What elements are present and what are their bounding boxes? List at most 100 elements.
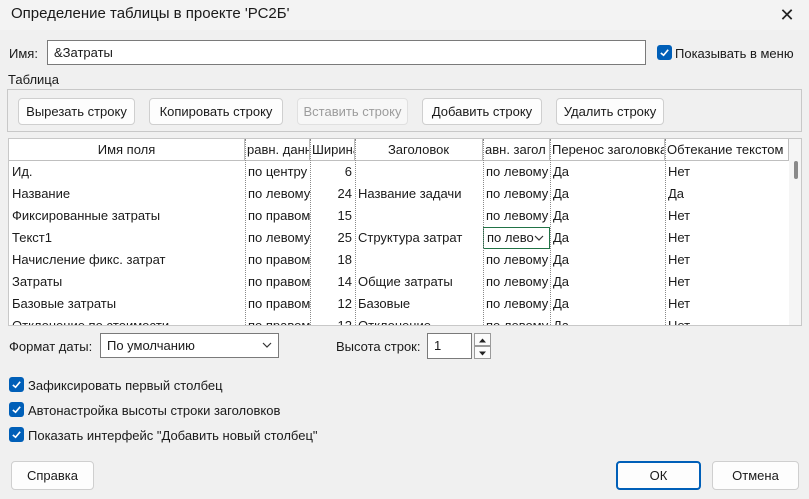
scrollbar-thumb[interactable] xyxy=(794,161,798,179)
cell-title-align[interactable]: по левому xyxy=(483,271,550,293)
cell-field-name[interactable]: Базовые затраты xyxy=(9,293,245,315)
column-separator xyxy=(355,139,356,325)
cell-title[interactable] xyxy=(355,249,483,271)
cell-width[interactable]: 24 xyxy=(310,183,355,205)
cell-header-wrap[interactable]: Да xyxy=(550,271,665,293)
cell-text-wrap[interactable]: Да xyxy=(665,183,789,205)
cell-header-wrap[interactable]: Да xyxy=(550,293,665,315)
cell-width[interactable]: 25 xyxy=(310,227,355,249)
cell-header-wrap[interactable]: Да xyxy=(550,315,665,325)
cell-header-wrap[interactable]: Да xyxy=(550,183,665,205)
table-row[interactable]: Текст1 по левому 25 Структура затрат по лево… xyxy=(9,227,789,249)
table-row[interactable]: Фиксированные затраты по правом 15 по левом… xyxy=(9,205,789,227)
table-row[interactable]: Название по левому 24 Название задачи по лев… xyxy=(9,183,789,205)
cell-field-name[interactable]: Затраты xyxy=(9,271,245,293)
row-height-input[interactable]: 1 xyxy=(427,333,472,359)
chevron-down-icon xyxy=(260,337,274,353)
cell-title[interactable]: Структура затрат xyxy=(355,227,483,249)
cell-title[interactable]: Отклонение xyxy=(355,315,483,325)
cell-title-align[interactable]: по левому xyxy=(483,293,550,315)
copy-row-button[interactable]: Копировать строку xyxy=(149,98,283,125)
column-header-title[interactable]: Заголовок xyxy=(355,139,483,161)
cell-title-align-value: по лево xyxy=(487,230,534,245)
cell-data-align[interactable]: по правом xyxy=(245,293,310,315)
cell-header-wrap[interactable]: Да xyxy=(550,205,665,227)
cell-title[interactable]: Название задачи xyxy=(355,183,483,205)
cell-header-wrap[interactable]: Да xyxy=(550,227,665,249)
paste-row-button[interactable]: Вставить строку xyxy=(297,98,408,125)
cell-field-name[interactable]: Фиксированные затраты xyxy=(9,205,245,227)
chevron-down-icon[interactable] xyxy=(531,230,547,246)
cell-data-align[interactable]: по правом xyxy=(245,315,310,325)
cell-data-align[interactable]: по правом xyxy=(245,249,310,271)
row-height-down-button[interactable] xyxy=(474,346,491,359)
column-header-width[interactable]: Ширина xyxy=(310,139,355,161)
help-button[interactable]: Справка xyxy=(11,461,94,490)
cell-text-wrap[interactable]: Нет xyxy=(665,293,789,315)
add-row-button[interactable]: Добавить строку xyxy=(422,98,542,125)
cell-title-align[interactable]: по лево xyxy=(483,227,550,249)
column-header-text-wrap[interactable]: Обтекание текстом xyxy=(665,139,789,161)
cell-text-wrap[interactable]: Нет xyxy=(665,271,789,293)
delete-row-button[interactable]: Удалить строку xyxy=(556,98,664,125)
cell-title[interactable]: Базовые xyxy=(355,293,483,315)
cell-title[interactable] xyxy=(355,205,483,227)
row-height-label: Высота строк: xyxy=(336,339,421,354)
cell-width[interactable]: 12 xyxy=(310,293,355,315)
freeze-first-column-checkbox[interactable] xyxy=(9,377,24,392)
cell-data-align[interactable]: по левому xyxy=(245,183,310,205)
cell-title-align[interactable]: по левому xyxy=(483,183,550,205)
cell-field-name[interactable]: Название xyxy=(9,183,245,205)
column-header-header-wrap[interactable]: Перенос заголовка xyxy=(550,139,665,161)
table-row[interactable]: Отклонение по стоимости по правом 12 Отклон… xyxy=(9,315,789,325)
cell-field-name[interactable]: Отклонение по стоимости xyxy=(9,315,245,325)
cell-data-align[interactable]: по левому xyxy=(245,227,310,249)
name-input[interactable]: &Затраты xyxy=(47,40,646,65)
cell-field-name[interactable]: Начисление фикс. затрат xyxy=(9,249,245,271)
cell-text-wrap[interactable]: Нет xyxy=(665,315,789,325)
checkmark-icon xyxy=(12,381,21,389)
cell-width[interactable]: 12 xyxy=(310,315,355,325)
cell-text-wrap[interactable]: Нет xyxy=(665,161,789,183)
autofit-header-height-checkbox[interactable] xyxy=(9,402,24,417)
cell-width[interactable]: 6 xyxy=(310,161,355,183)
cell-header-wrap[interactable]: Да xyxy=(550,249,665,271)
cell-data-align[interactable]: по правом xyxy=(245,205,310,227)
cell-field-name[interactable]: Текст1 xyxy=(9,227,245,249)
column-header-field-name[interactable]: Имя поля xyxy=(9,139,245,161)
cell-title-align[interactable]: по левому xyxy=(483,205,550,227)
cell-title[interactable]: Общие затраты xyxy=(355,271,483,293)
cell-text-wrap[interactable]: Нет xyxy=(665,227,789,249)
date-format-select[interactable]: По умолчанию xyxy=(100,333,279,358)
cell-title-align[interactable]: по левому xyxy=(483,249,550,271)
close-icon[interactable]: ✕ xyxy=(776,4,798,26)
cell-text-wrap[interactable]: Нет xyxy=(665,205,789,227)
cell-header-wrap[interactable]: Да xyxy=(550,161,665,183)
cancel-button[interactable]: Отмена xyxy=(712,461,799,490)
cell-title-align[interactable]: по левому xyxy=(483,315,550,325)
cell-title[interactable] xyxy=(355,161,483,183)
cell-field-name[interactable]: Ид. xyxy=(9,161,245,183)
cell-data-align[interactable]: по центру xyxy=(245,161,310,183)
table-row[interactable]: Начисление фикс. затрат по правом 18 по лев… xyxy=(9,249,789,271)
column-header-title-align[interactable]: авн. загол xyxy=(483,139,550,161)
grid-body: Ид. по центру 6 по левому Да Нет Название по ле… xyxy=(9,161,789,325)
cell-width[interactable]: 14 xyxy=(310,271,355,293)
cell-title-align[interactable]: по левому xyxy=(483,161,550,183)
cell-data-align[interactable]: по правом xyxy=(245,271,310,293)
column-header-data-align[interactable]: равн. данн xyxy=(245,139,310,161)
cell-width[interactable]: 15 xyxy=(310,205,355,227)
cell-text-wrap[interactable]: Нет xyxy=(665,249,789,271)
cut-row-button[interactable]: Вырезать строку xyxy=(18,98,135,125)
table-row[interactable]: Ид. по центру 6 по левому Да Нет xyxy=(9,161,789,183)
row-height-up-button[interactable] xyxy=(474,333,491,346)
field-grid[interactable]: Имя поля равн. данн Ширина Заголовок авн… xyxy=(8,138,802,326)
cell-width[interactable]: 18 xyxy=(310,249,355,271)
show-in-menu-checkbox[interactable] xyxy=(657,45,672,60)
window-title: Определение таблицы в проекте 'РС2Б' xyxy=(11,5,290,22)
ok-button[interactable]: ОК xyxy=(616,461,701,490)
table-row[interactable]: Базовые затраты по правом 12 Базовые по лево… xyxy=(9,293,789,315)
show-add-column-checkbox[interactable] xyxy=(9,427,24,442)
table-row[interactable]: Затраты по правом 14 Общие затраты по левому… xyxy=(9,271,789,293)
column-separator xyxy=(665,139,666,325)
